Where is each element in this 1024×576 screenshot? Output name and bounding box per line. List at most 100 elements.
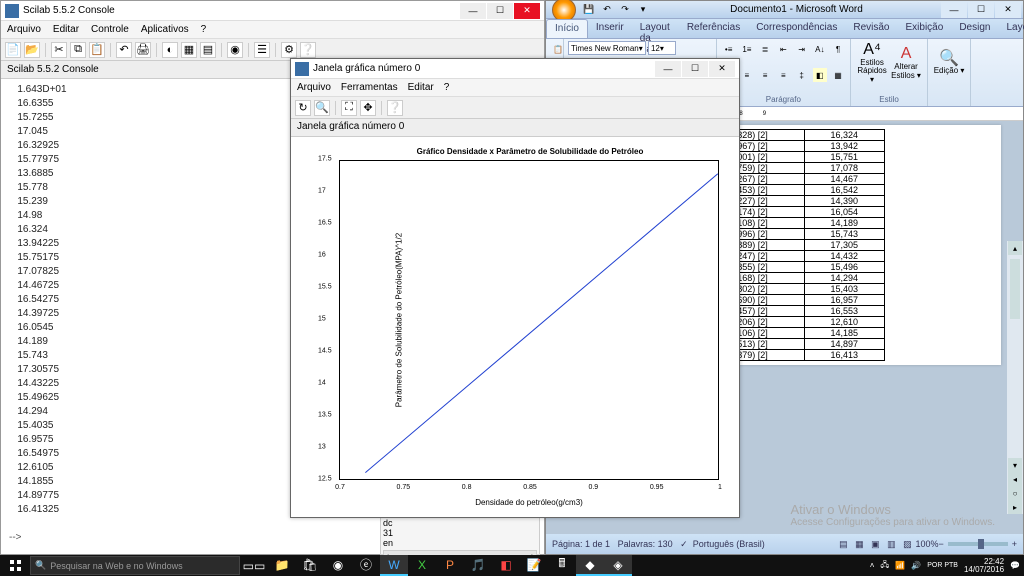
folder-icon[interactable]: ☰	[254, 42, 270, 58]
tray-show-hidden-icon[interactable]: ˄	[870, 561, 875, 570]
table-cell[interactable]: 13,942	[805, 141, 884, 152]
table-cell[interactable]: 14,897	[805, 339, 884, 350]
open-icon[interactable]: 📂	[24, 42, 40, 58]
taskbar-chrome[interactable]: ◉	[324, 555, 352, 576]
close-button[interactable]: ✕	[995, 2, 1021, 18]
font-name-select[interactable]: Times New Roman ▾	[568, 41, 646, 55]
tray-volume-icon[interactable]: 🔊	[911, 561, 921, 570]
tab-inicio[interactable]: Início	[546, 19, 588, 38]
taskbar-store[interactable]: 🛍	[296, 555, 324, 576]
print-icon[interactable]: 🖨	[135, 42, 151, 58]
view-draft-icon[interactable]: ▨	[900, 537, 914, 551]
shading-icon[interactable]: ◧	[813, 68, 827, 82]
atoms-icon[interactable]: ◉	[227, 42, 243, 58]
view-read-icon[interactable]: ▦	[852, 537, 866, 551]
bullets-icon[interactable]: •≡	[722, 42, 736, 56]
editing-button[interactable]: 🔍Edição ▾	[932, 41, 966, 85]
multilevel-icon[interactable]: ≣	[758, 42, 772, 56]
tab-exibicao[interactable]: Exibição	[898, 19, 952, 38]
undo-icon[interactable]: ↶	[116, 42, 132, 58]
table-cell[interactable]: 16,054	[805, 207, 884, 218]
table-cell[interactable]: 16,542	[805, 185, 884, 196]
tray-notifications-icon[interactable]: 💬	[1010, 561, 1020, 570]
new-icon[interactable]: 📄	[5, 42, 21, 58]
table-cell[interactable]: 15,751	[805, 152, 884, 163]
taskbar-file-explorer[interactable]: 📁	[268, 555, 296, 576]
menu-arquivo[interactable]: Arquivo	[7, 24, 41, 35]
align-right-icon[interactable]: ≡	[758, 68, 772, 82]
minimize-button[interactable]: —	[460, 3, 486, 19]
word-titlebar[interactable]: 💾 ↶ ↷ ▾ Documento1 - Microsoft Word — ☐ …	[546, 1, 1023, 19]
undo-icon[interactable]: ↶	[600, 3, 614, 17]
menu-help[interactable]: ?	[444, 82, 450, 93]
table-cell[interactable]: 14,467	[805, 174, 884, 185]
taskbar-calculator[interactable]: 🖩	[548, 555, 576, 576]
tab-referencias[interactable]: Referências	[679, 19, 748, 38]
taskbar-search[interactable]: 🔍 Pesquisar na Web e no Windows	[30, 556, 240, 575]
maximize-button[interactable]: ☐	[682, 61, 708, 77]
status-language[interactable]: Português (Brasil)	[693, 539, 765, 549]
tool2-icon[interactable]: ▦	[181, 42, 197, 58]
zoom-level[interactable]: 100%	[915, 539, 938, 549]
menu-arquivo[interactable]: Arquivo	[297, 82, 331, 93]
scilab-titlebar[interactable]: Scilab 5.5.2 Console — ☐ ✕	[1, 1, 544, 21]
next-page-icon[interactable]: ▸	[1008, 500, 1022, 514]
justify-icon[interactable]: ≡	[776, 68, 790, 82]
view-outline-icon[interactable]: ▥	[884, 537, 898, 551]
line-spacing-icon[interactable]: ‡	[795, 68, 809, 82]
close-button[interactable]: ✕	[709, 61, 735, 77]
scroll-up-icon[interactable]: ▴	[1008, 241, 1022, 255]
menu-ferramentas[interactable]: Ferramentas	[341, 82, 398, 93]
qat-dropdown-icon[interactable]: ▾	[636, 3, 650, 17]
table-cell[interactable]: 15,743	[805, 229, 884, 240]
tray-wifi-icon[interactable]: 📶	[895, 561, 905, 570]
scroll-thumb[interactable]	[1010, 259, 1020, 319]
rotate-icon[interactable]: ↻	[295, 100, 311, 116]
start-button[interactable]	[0, 555, 30, 576]
zoom-thumb[interactable]	[978, 539, 984, 549]
gfx-titlebar[interactable]: Janela gráfica número 0 — ☐ ✕	[291, 59, 739, 79]
help-icon[interactable]: ❔	[387, 100, 403, 116]
help-icon[interactable]: ❔	[300, 42, 316, 58]
tab-revisao[interactable]: Revisão	[845, 19, 897, 38]
tab-inserir[interactable]: Inserir	[588, 19, 632, 38]
cut-icon[interactable]: ✂	[51, 42, 67, 58]
show-marks-icon[interactable]: ¶	[831, 42, 845, 56]
status-words[interactable]: Palavras: 130	[618, 539, 673, 549]
taskbar-edge[interactable]: ⓔ	[352, 555, 380, 576]
change-styles-button[interactable]: AAlterar Estilos ▾	[889, 41, 923, 85]
align-center-icon[interactable]: ≡	[740, 68, 754, 82]
minimize-button[interactable]: —	[655, 61, 681, 77]
zoom-slider[interactable]	[948, 542, 1008, 546]
font-size-select[interactable]: 12 ▾	[648, 41, 676, 55]
tool1-icon[interactable]: ◐	[162, 42, 178, 58]
menu-editar[interactable]: Editar	[408, 82, 434, 93]
paste-icon[interactable]: 📋	[89, 42, 105, 58]
minimize-button[interactable]: —	[941, 2, 967, 18]
redo-icon[interactable]: ↷	[618, 3, 632, 17]
table-cell[interactable]: 16,553	[805, 306, 884, 317]
zoom-out-icon[interactable]: −	[938, 539, 943, 549]
tool3-icon[interactable]: ▤	[200, 42, 216, 58]
menu-controle[interactable]: Controle	[91, 24, 129, 35]
table-cell[interactable]: 12,610	[805, 317, 884, 328]
table-cell[interactable]: 14,432	[805, 251, 884, 262]
taskbar-notepad[interactable]: 📝	[520, 555, 548, 576]
maximize-button[interactable]: ☐	[487, 3, 513, 19]
tab-layout-pagina[interactable]: Layout da Página	[632, 19, 679, 38]
tab-design[interactable]: Design	[951, 19, 998, 38]
status-spellcheck-icon[interactable]: ✓	[680, 539, 688, 549]
tray-clock[interactable]: 22:42 14/07/2016	[964, 558, 1004, 574]
browse-object-icon[interactable]: ○	[1008, 486, 1022, 500]
tab-correspondencias[interactable]: Correspondências	[748, 19, 845, 38]
maximize-button[interactable]: ☐	[968, 2, 994, 18]
table-cell[interactable]: 17,305	[805, 240, 884, 251]
vertical-scrollbar[interactable]: ▴ ▾ ◂ ○ ▸	[1007, 241, 1023, 514]
zoom-box-icon[interactable]: 🔍	[314, 100, 330, 116]
indent-left-icon[interactable]: ⇤	[776, 42, 790, 56]
prev-page-icon[interactable]: ◂	[1008, 472, 1022, 486]
quick-styles-button[interactable]: A⁴Estilos Rápidos ▾	[855, 41, 889, 85]
gfx-tab[interactable]: Janela gráfica número 0	[291, 119, 739, 137]
paste-icon[interactable]: 📋	[551, 42, 565, 56]
menu-help[interactable]: ?	[201, 24, 207, 35]
